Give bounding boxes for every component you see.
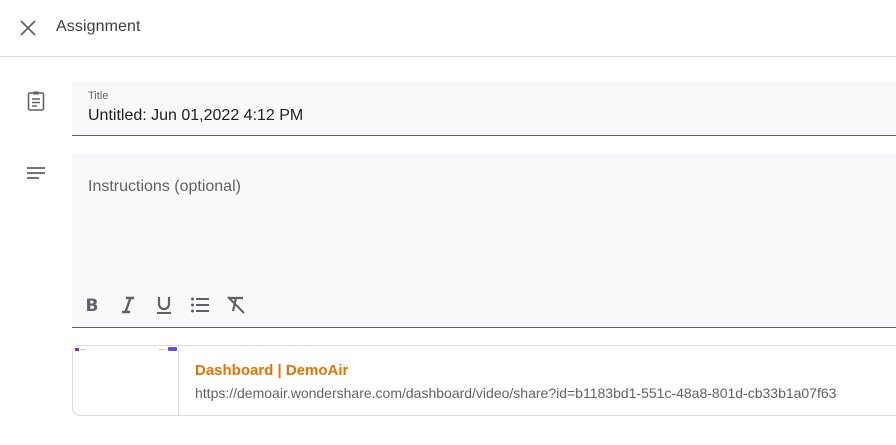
instructions-input[interactable]: Instructions (optional)	[88, 178, 241, 196]
thumbnail-text	[80, 349, 86, 350]
thumbnail-text	[159, 349, 165, 350]
attachment-title[interactable]: Dashboard | DemoAir	[195, 362, 348, 379]
bold-icon: B	[86, 296, 99, 316]
dialog-header: Assignment	[0, 0, 896, 57]
clear-formatting-button[interactable]	[224, 293, 248, 317]
page-title: Assignment	[56, 18, 141, 35]
close-icon	[20, 20, 36, 36]
clear-formatting-icon	[227, 296, 245, 314]
thumbnail-logo	[75, 348, 79, 351]
underline-button[interactable]	[152, 293, 176, 317]
thumbnail-button	[168, 347, 177, 351]
bold-button[interactable]: B	[80, 293, 104, 317]
italic-button[interactable]	[116, 293, 140, 317]
underline-icon	[157, 297, 171, 314]
instructions-field[interactable]: Instructions (optional) B	[72, 153, 896, 328]
title-field[interactable]: Title Untitled: Jun 01,2022 4:12 PM	[72, 81, 896, 136]
attachment-thumbnail	[73, 346, 179, 415]
link-attachment-card[interactable]: Dashboard | DemoAir https://demoair.wond…	[72, 345, 896, 416]
title-label: Title	[88, 90, 109, 102]
title-input[interactable]: Untitled: Jun 01,2022 4:12 PM	[88, 107, 303, 125]
attachment-url: https://demoair.wondershare.com/dashboar…	[195, 385, 837, 401]
bulleted-list-icon	[191, 297, 209, 313]
svg-text:B: B	[86, 296, 99, 316]
close-button[interactable]	[16, 16, 40, 40]
bulleted-list-button[interactable]	[188, 293, 212, 317]
notes-lines-icon	[24, 161, 48, 185]
formatting-toolbar: B	[80, 293, 260, 317]
assignment-clipboard-icon	[24, 89, 48, 113]
italic-icon	[122, 296, 134, 314]
